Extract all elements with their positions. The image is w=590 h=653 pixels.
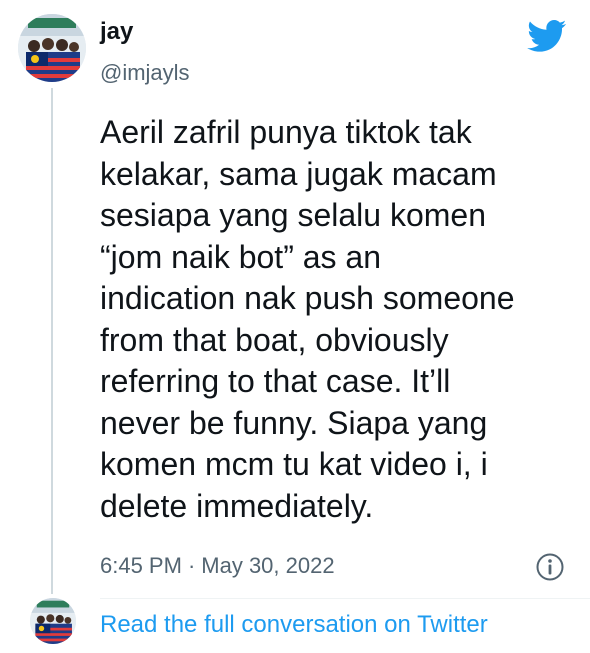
- meta-separator: ·: [187, 553, 196, 578]
- footer-avatar[interactable]: [30, 598, 76, 644]
- author-name[interactable]: jay: [100, 18, 133, 46]
- info-icon[interactable]: [535, 552, 565, 582]
- thread-connector-line: [51, 88, 53, 594]
- tweet-timestamp[interactable]: 6:45 PM · May 30, 2022: [100, 553, 335, 579]
- read-full-conversation-link[interactable]: Read the full conversation on Twitter: [100, 611, 488, 639]
- author-avatar[interactable]: [18, 14, 86, 82]
- tweet-text: Aeril zafril punya tiktok tak kelakar, s…: [100, 114, 515, 524]
- footer-divider: [100, 598, 590, 599]
- author-handle[interactable]: @imjayls: [100, 60, 190, 86]
- tweet-date[interactable]: May 30, 2022: [201, 553, 334, 579]
- tweet-time[interactable]: 6:45 PM: [100, 553, 182, 579]
- avatar-photo: [30, 598, 76, 644]
- twitter-bird-icon[interactable]: [527, 20, 567, 53]
- avatar-photo: [18, 14, 86, 82]
